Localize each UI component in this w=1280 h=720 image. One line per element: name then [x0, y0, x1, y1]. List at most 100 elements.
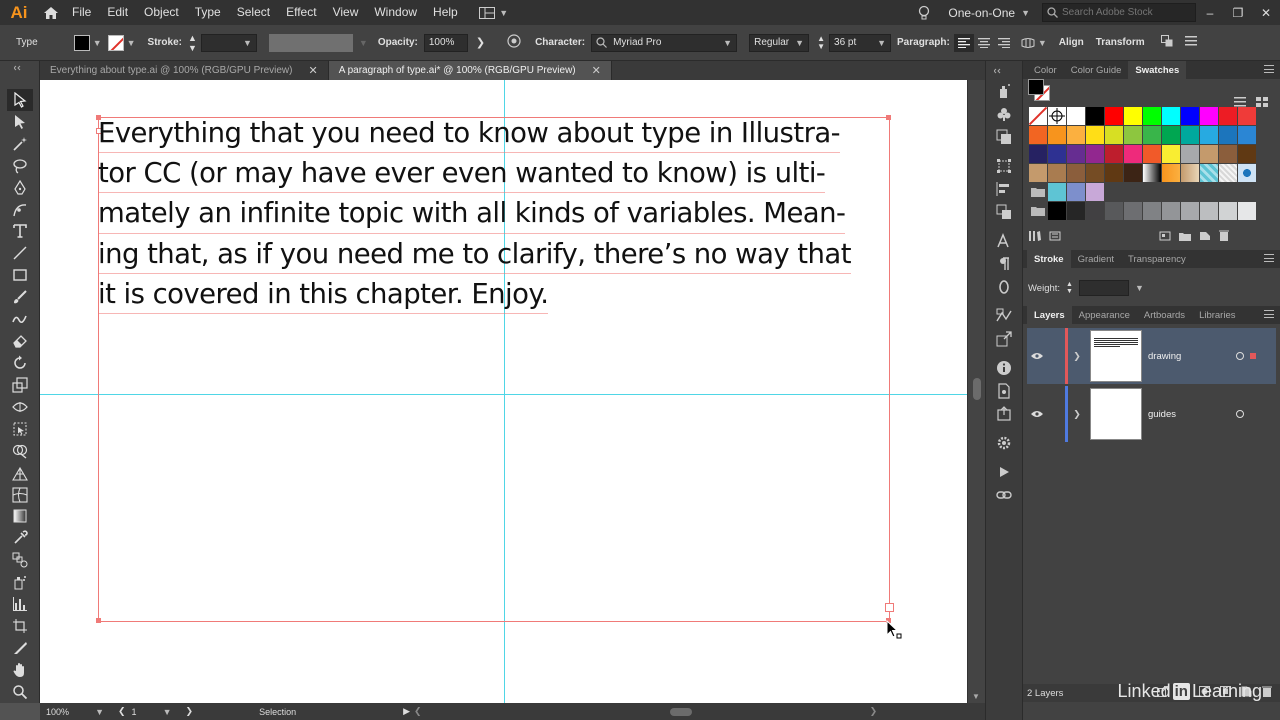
arrange-icon[interactable] [1160, 35, 1173, 50]
expand-arrow-icon[interactable]: ❯ [1068, 351, 1086, 362]
swatch-group-folder-icon[interactable] [1029, 183, 1047, 201]
swatch[interactable] [1143, 107, 1161, 125]
direct-selection-tool[interactable] [7, 111, 33, 133]
menu-window[interactable]: Window [366, 0, 425, 25]
swatch[interactable] [1143, 164, 1161, 182]
type-tool[interactable] [7, 221, 33, 243]
swatch-group-folder-icon[interactable] [1029, 202, 1047, 220]
swatch[interactable] [1086, 164, 1104, 182]
chevron-right-icon[interactable]: ❯ [476, 36, 485, 49]
swatch[interactable] [1143, 202, 1161, 220]
swatch[interactable] [1029, 145, 1047, 163]
swatch[interactable] [1162, 164, 1180, 182]
swatch[interactable] [1181, 145, 1199, 163]
width-tool[interactable] [7, 396, 33, 418]
swatch[interactable] [1219, 107, 1237, 125]
swatch[interactable] [1238, 107, 1256, 125]
layer-selection-indicator[interactable] [1250, 353, 1256, 359]
swatch[interactable] [1067, 126, 1085, 144]
swatch[interactable] [1238, 145, 1256, 163]
swatch[interactable] [1048, 164, 1066, 182]
rectangle-tool[interactable] [7, 264, 33, 286]
vertical-scrollbar[interactable]: ▼ [967, 80, 985, 703]
swatch-registration[interactable] [1048, 107, 1066, 125]
swatch-libraries-icon[interactable] [1029, 230, 1041, 244]
swatch[interactable] [1219, 164, 1237, 182]
hand-tool[interactable] [7, 659, 33, 681]
layer-row-drawing[interactable]: ❯ drawing [1027, 328, 1276, 384]
menu-edit[interactable]: Edit [99, 0, 136, 25]
shaper-tool[interactable] [7, 308, 33, 330]
show-kinds-icon[interactable] [1049, 231, 1061, 244]
tab-color-guide[interactable]: Color Guide [1064, 61, 1129, 79]
tab-artboards[interactable]: Artboards [1137, 306, 1192, 324]
swatch[interactable] [1124, 202, 1142, 220]
delete-swatch-icon[interactable] [1219, 230, 1229, 244]
artboard[interactable]: Everything that you need to know about t… [40, 80, 967, 703]
swatch-fill-indicator[interactable] [1028, 79, 1044, 95]
collapse-icon[interactable] [7, 65, 33, 75]
pen-tool[interactable] [7, 177, 33, 199]
opentype-panel-button[interactable] [992, 276, 1016, 297]
swatch[interactable] [1029, 164, 1047, 182]
swatch[interactable] [1086, 107, 1104, 125]
chevron-down-icon[interactable]: ▼ [93, 38, 102, 48]
layer-name[interactable]: guides [1148, 409, 1230, 420]
paragraph-panel-button[interactable] [992, 253, 1016, 274]
tab-color[interactable]: Color [1027, 61, 1064, 79]
paintbrush-tool[interactable] [7, 286, 33, 308]
weight-stepper-icon[interactable]: ▲ ▼ [1066, 281, 1073, 295]
paragraph-link[interactable]: Paragraph: [897, 37, 950, 48]
pathfinder-panel-button[interactable] [992, 201, 1016, 222]
fill-color-swatch[interactable] [73, 34, 90, 51]
links-panel-button[interactable] [992, 380, 1016, 401]
symbol-sprayer-tool[interactable] [7, 571, 33, 593]
rotate-tool[interactable] [7, 352, 33, 374]
artboard-navigation-field[interactable]: 1 ▼ [126, 703, 178, 720]
font-size-stepper-icon[interactable]: ▲ ▼ [817, 34, 825, 51]
eraser-tool[interactable] [7, 330, 33, 352]
swatch[interactable] [1105, 164, 1123, 182]
canvas-area[interactable]: Everything that you need to know about t… [40, 80, 967, 703]
brushes-panel-button[interactable] [992, 103, 1016, 124]
chevron-down-icon[interactable]: ▼ [1135, 283, 1144, 293]
appearance-panel-button[interactable] [992, 432, 1016, 453]
warp-button[interactable] [1018, 34, 1038, 52]
control-menu-icon[interactable] [1184, 36, 1197, 49]
info-panel-button[interactable] [992, 357, 1016, 378]
close-icon[interactable]: ✕ [592, 64, 601, 77]
swatch[interactable] [1067, 107, 1085, 125]
align-center-button[interactable] [974, 34, 994, 52]
new-swatch-icon[interactable] [1199, 231, 1211, 244]
workspace-switcher[interactable]: One-on-One [948, 6, 1015, 20]
menu-object[interactable]: Object [136, 0, 187, 25]
character-link[interactable]: Character: [535, 37, 585, 48]
tab-layers[interactable]: Layers [1027, 306, 1072, 324]
visibility-eye-icon[interactable] [1027, 352, 1047, 360]
chevron-down-icon[interactable]: ▼ [127, 38, 136, 48]
curvature-tool[interactable] [7, 199, 33, 221]
mesh-tool[interactable] [7, 484, 33, 506]
swatch[interactable] [1200, 107, 1218, 125]
document-info-panel-button[interactable] [992, 403, 1016, 424]
swatch[interactable] [1067, 145, 1085, 163]
close-window-button[interactable]: ✕ [1252, 6, 1280, 20]
font-style-field[interactable]: Regular ▼ [749, 33, 810, 52]
swatch[interactable] [1124, 107, 1142, 125]
swatch[interactable] [1105, 126, 1123, 144]
layer-name[interactable]: drawing [1148, 351, 1230, 362]
text-frame-resize-handle[interactable] [885, 603, 894, 612]
align-link[interactable]: Align [1059, 37, 1084, 48]
search-stock-input[interactable] [1062, 7, 1192, 18]
line-segment-tool[interactable] [7, 242, 33, 264]
scrollbar-thumb[interactable] [669, 707, 692, 716]
character-panel-button[interactable] [992, 230, 1016, 251]
home-icon[interactable] [38, 0, 64, 25]
tab-a-paragraph-of-type[interactable]: A paragraph of type.ai* @ 100% (RGB/GPU … [328, 61, 612, 80]
swatch[interactable] [1048, 145, 1066, 163]
swatch[interactable] [1086, 145, 1104, 163]
blend-tool[interactable] [7, 549, 33, 571]
perspective-grid-tool[interactable] [7, 462, 33, 484]
zoom-tool[interactable] [7, 681, 33, 703]
tab-gradient[interactable]: Gradient [1071, 250, 1121, 268]
